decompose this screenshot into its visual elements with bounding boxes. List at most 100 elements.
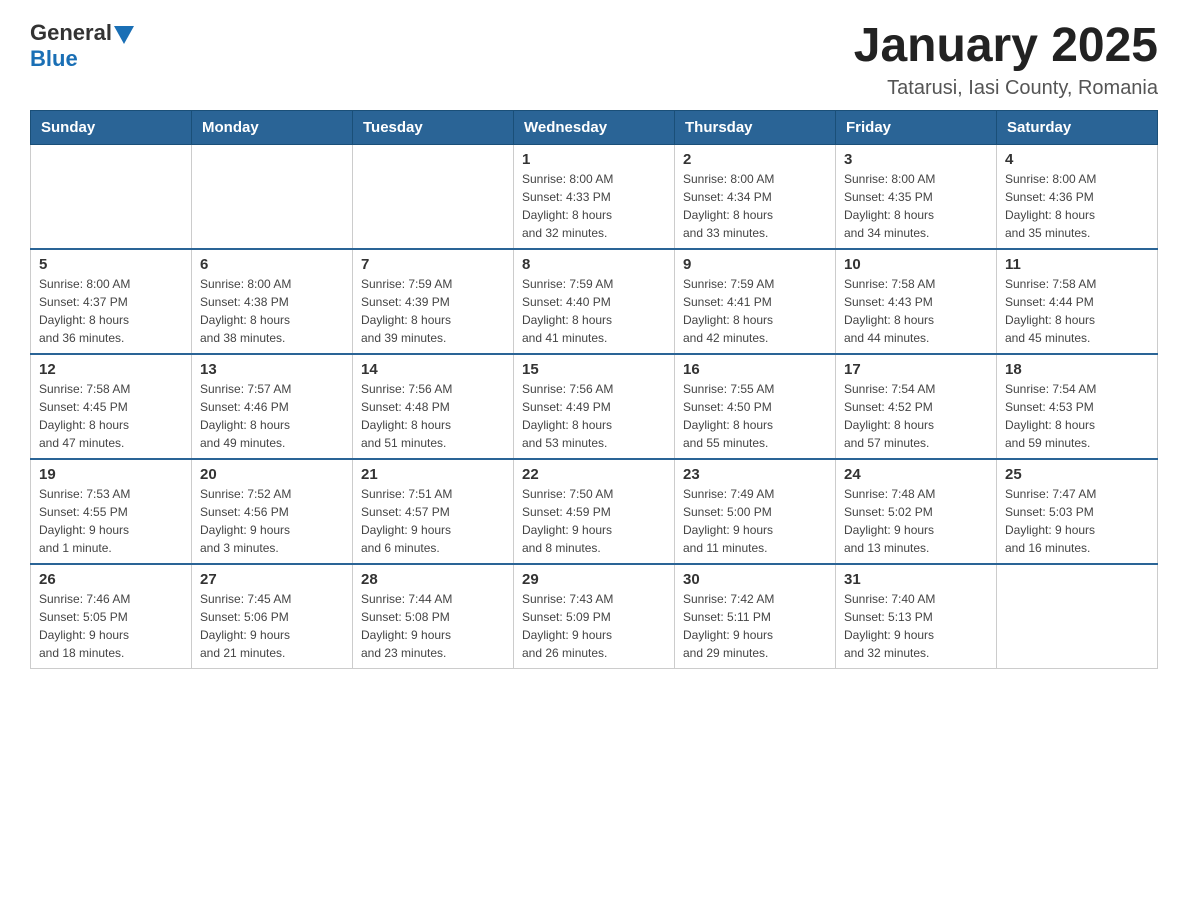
- day-number: 22: [522, 466, 666, 483]
- calendar-cell: 26 Sunrise: 7:46 AM Sunset: 5:05 PM Dayli…: [31, 564, 192, 669]
- calendar-cell: 24 Sunrise: 7:48 AM Sunset: 5:02 PM Dayli…: [836, 459, 997, 564]
- calendar-cell: 7Sunrise: 7:59 AM Sunset: 4:39 PM Daylig…: [353, 249, 514, 354]
- day-info: Sunrise: 7:51 AM Sunset: 4:57 PM Dayligh…: [361, 485, 505, 557]
- weekday-header-saturday: Saturday: [997, 110, 1158, 144]
- day-info: Sunrise: 7:58 AM Sunset: 4:44 PM Dayligh…: [1005, 275, 1149, 347]
- day-number: 27: [200, 571, 344, 588]
- day-info: Sunrise: 8:00 AM Sunset: 4:34 PM Dayligh…: [683, 170, 827, 242]
- day-info: Sunrise: 7:56 AM Sunset: 4:48 PM Dayligh…: [361, 380, 505, 452]
- calendar-cell: 20Sunrise: 7:52 AM Sunset: 4:56 PM Dayli…: [192, 459, 353, 564]
- calendar-cell: [192, 144, 353, 249]
- calendar-cell: 16 Sunrise: 7:55 AM Sunset: 4:50 PM Dayli…: [675, 354, 836, 459]
- location-subtitle: Tatarusi, Iasi County, Romania: [854, 77, 1158, 100]
- day-info: Sunrise: 7:59 AM Sunset: 4:40 PM Dayligh…: [522, 275, 666, 347]
- day-info: Sunrise: 8:00 AM Sunset: 4:37 PM Dayligh…: [39, 275, 183, 347]
- day-number: 29: [522, 571, 666, 588]
- weekday-header-sunday: Sunday: [31, 110, 192, 144]
- day-number: 23: [683, 466, 827, 483]
- calendar-cell: 30Sunrise: 7:42 AM Sunset: 5:11 PM Dayli…: [675, 564, 836, 669]
- day-info: Sunrise: 7:59 AM Sunset: 4:41 PM Dayligh…: [683, 275, 827, 347]
- day-info: Sunrise: 7:48 AM Sunset: 5:02 PM Dayligh…: [844, 485, 988, 557]
- calendar-cell: [997, 564, 1158, 669]
- calendar-cell: 10Sunrise: 7:58 AM Sunset: 4:43 PM Dayli…: [836, 249, 997, 354]
- day-info: Sunrise: 7:50 AM Sunset: 4:59 PM Dayligh…: [522, 485, 666, 557]
- calendar-cell: 2Sunrise: 8:00 AM Sunset: 4:34 PM Daylig…: [675, 144, 836, 249]
- day-info: Sunrise: 7:54 AM Sunset: 4:52 PM Dayligh…: [844, 380, 988, 452]
- day-number: 4: [1005, 151, 1149, 168]
- day-number: 24: [844, 466, 988, 483]
- calendar-cell: 4 Sunrise: 8:00 AM Sunset: 4:36 PM Daylig…: [997, 144, 1158, 249]
- day-number: 26: [39, 571, 183, 588]
- calendar-week-5: 26 Sunrise: 7:46 AM Sunset: 5:05 PM Dayli…: [31, 564, 1158, 669]
- day-info: Sunrise: 7:47 AM Sunset: 5:03 PM Dayligh…: [1005, 485, 1149, 557]
- calendar-cell: 8 Sunrise: 7:59 AM Sunset: 4:40 PM Daylig…: [514, 249, 675, 354]
- calendar-cell: 22 Sunrise: 7:50 AM Sunset: 4:59 PM Dayli…: [514, 459, 675, 564]
- day-info: Sunrise: 7:57 AM Sunset: 4:46 PM Dayligh…: [200, 380, 344, 452]
- day-number: 5: [39, 256, 183, 273]
- calendar-cell: 13 Sunrise: 7:57 AM Sunset: 4:46 PM Dayli…: [192, 354, 353, 459]
- day-info: Sunrise: 7:55 AM Sunset: 4:50 PM Dayligh…: [683, 380, 827, 452]
- month-year-title: January 2025: [854, 20, 1158, 73]
- day-info: Sunrise: 7:40 AM Sunset: 5:13 PM Dayligh…: [844, 590, 988, 662]
- day-number: 17: [844, 361, 988, 378]
- day-number: 12: [39, 361, 183, 378]
- calendar-cell: 23 Sunrise: 7:49 AM Sunset: 5:00 PM Dayli…: [675, 459, 836, 564]
- calendar-week-1: 1 Sunrise: 8:00 AM Sunset: 4:33 PM Daylig…: [31, 144, 1158, 249]
- calendar-week-2: 5 Sunrise: 8:00 AM Sunset: 4:37 PM Daylig…: [31, 249, 1158, 354]
- day-info: Sunrise: 7:44 AM Sunset: 5:08 PM Dayligh…: [361, 590, 505, 662]
- day-number: 25: [1005, 466, 1149, 483]
- calendar-cell: 15Sunrise: 7:56 AM Sunset: 4:49 PM Dayli…: [514, 354, 675, 459]
- calendar-cell: 29 Sunrise: 7:43 AM Sunset: 5:09 PM Dayli…: [514, 564, 675, 669]
- day-info: Sunrise: 7:46 AM Sunset: 5:05 PM Dayligh…: [39, 590, 183, 662]
- day-number: 1: [522, 151, 666, 168]
- calendar-week-4: 19Sunrise: 7:53 AM Sunset: 4:55 PM Dayli…: [31, 459, 1158, 564]
- day-info: Sunrise: 7:54 AM Sunset: 4:53 PM Dayligh…: [1005, 380, 1149, 452]
- calendar-cell: 31Sunrise: 7:40 AM Sunset: 5:13 PM Dayli…: [836, 564, 997, 669]
- day-number: 7: [361, 256, 505, 273]
- logo-triangle-icon: [114, 26, 134, 44]
- logo: General Blue: [30, 20, 134, 72]
- page-header: General Blue January 2025 Tatarusi, Iasi…: [30, 20, 1158, 100]
- day-info: Sunrise: 7:56 AM Sunset: 4:49 PM Dayligh…: [522, 380, 666, 452]
- day-info: Sunrise: 7:49 AM Sunset: 5:00 PM Dayligh…: [683, 485, 827, 557]
- calendar-cell: 9 Sunrise: 7:59 AM Sunset: 4:41 PM Daylig…: [675, 249, 836, 354]
- weekday-header-tuesday: Tuesday: [353, 110, 514, 144]
- calendar-cell: 27 Sunrise: 7:45 AM Sunset: 5:06 PM Dayli…: [192, 564, 353, 669]
- day-info: Sunrise: 7:58 AM Sunset: 4:43 PM Dayligh…: [844, 275, 988, 347]
- calendar-header: SundayMondayTuesdayWednesdayThursdayFrid…: [31, 110, 1158, 144]
- calendar-cell: 6Sunrise: 8:00 AM Sunset: 4:38 PM Daylig…: [192, 249, 353, 354]
- weekday-header-friday: Friday: [836, 110, 997, 144]
- day-info: Sunrise: 8:00 AM Sunset: 4:36 PM Dayligh…: [1005, 170, 1149, 242]
- day-number: 14: [361, 361, 505, 378]
- day-number: 19: [39, 466, 183, 483]
- calendar-cell: 12Sunrise: 7:58 AM Sunset: 4:45 PM Dayli…: [31, 354, 192, 459]
- day-number: 16: [683, 361, 827, 378]
- calendar-cell: 3 Sunrise: 8:00 AM Sunset: 4:35 PM Daylig…: [836, 144, 997, 249]
- calendar-cell: [353, 144, 514, 249]
- calendar-cell: 18 Sunrise: 7:54 AM Sunset: 4:53 PM Dayli…: [997, 354, 1158, 459]
- day-info: Sunrise: 7:43 AM Sunset: 5:09 PM Dayligh…: [522, 590, 666, 662]
- day-number: 3: [844, 151, 988, 168]
- day-info: Sunrise: 8:00 AM Sunset: 4:38 PM Dayligh…: [200, 275, 344, 347]
- day-number: 28: [361, 571, 505, 588]
- logo-blue: Blue: [30, 46, 78, 72]
- calendar-body: 1 Sunrise: 8:00 AM Sunset: 4:33 PM Daylig…: [31, 144, 1158, 668]
- day-number: 9: [683, 256, 827, 273]
- calendar-cell: 14 Sunrise: 7:56 AM Sunset: 4:48 PM Dayli…: [353, 354, 514, 459]
- calendar-cell: 11 Sunrise: 7:58 AM Sunset: 4:44 PM Dayli…: [997, 249, 1158, 354]
- day-number: 8: [522, 256, 666, 273]
- weekday-header-thursday: Thursday: [675, 110, 836, 144]
- day-info: Sunrise: 8:00 AM Sunset: 4:33 PM Dayligh…: [522, 170, 666, 242]
- calendar-table: SundayMondayTuesdayWednesdayThursdayFrid…: [30, 110, 1158, 669]
- day-info: Sunrise: 7:45 AM Sunset: 5:06 PM Dayligh…: [200, 590, 344, 662]
- day-info: Sunrise: 8:00 AM Sunset: 4:35 PM Dayligh…: [844, 170, 988, 242]
- calendar-week-3: 12Sunrise: 7:58 AM Sunset: 4:45 PM Dayli…: [31, 354, 1158, 459]
- calendar-cell: 5 Sunrise: 8:00 AM Sunset: 4:37 PM Daylig…: [31, 249, 192, 354]
- day-number: 11: [1005, 256, 1149, 273]
- day-number: 21: [361, 466, 505, 483]
- day-number: 30: [683, 571, 827, 588]
- day-number: 13: [200, 361, 344, 378]
- title-block: January 2025 Tatarusi, Iasi County, Roma…: [854, 20, 1158, 100]
- day-number: 20: [200, 466, 344, 483]
- day-number: 18: [1005, 361, 1149, 378]
